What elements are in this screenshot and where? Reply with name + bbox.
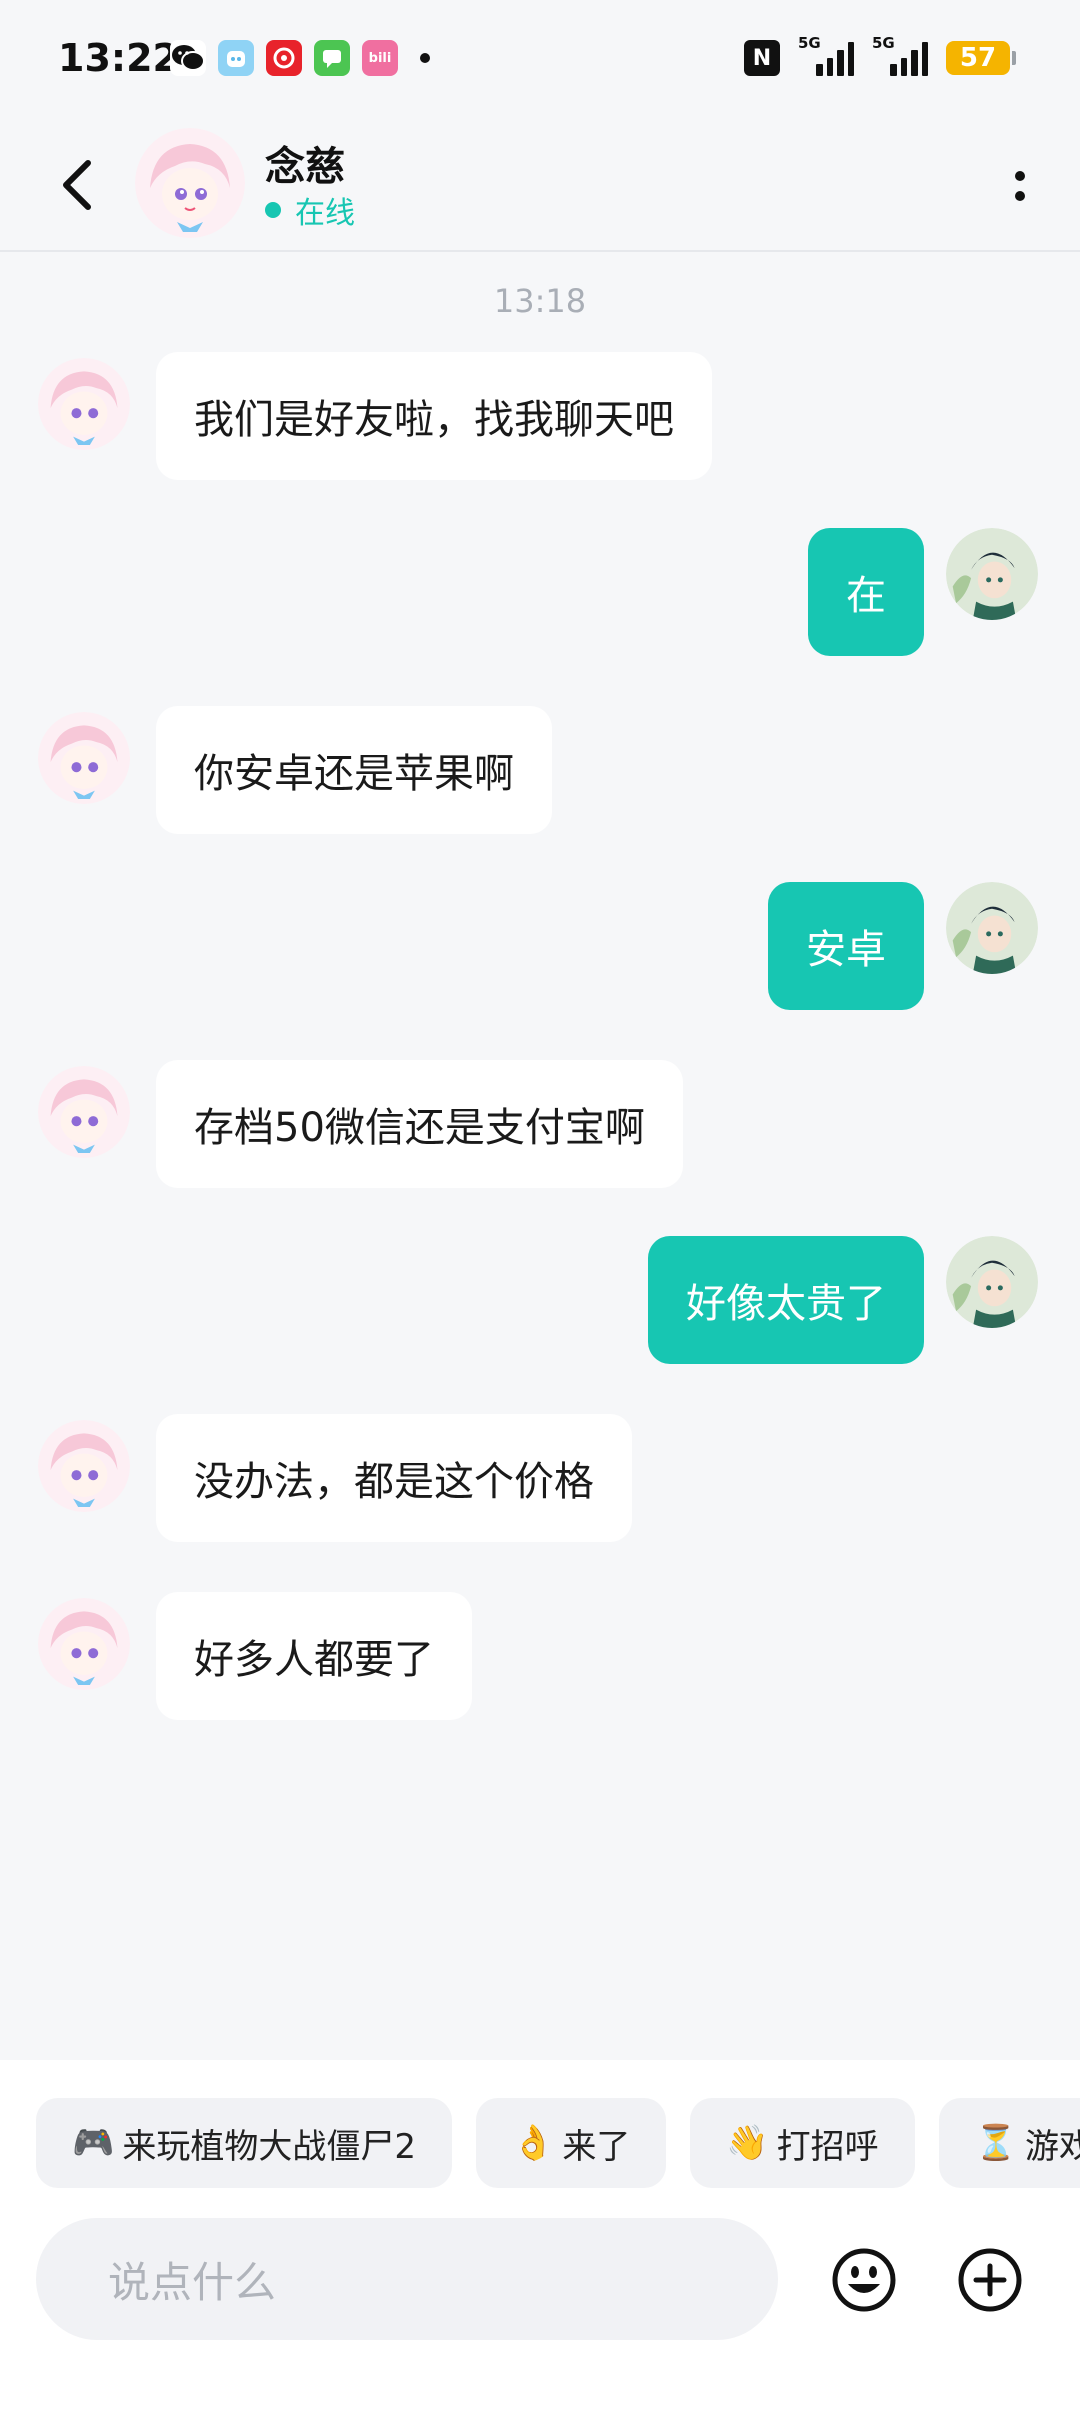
- signal-icon-2: 5G: [872, 34, 928, 76]
- chat-header: 念慈 在线: [0, 120, 1080, 252]
- system-icons: N 5G 5G 57: [744, 34, 1016, 76]
- add-attachment-button[interactable]: [956, 2246, 1024, 2314]
- notification-icons: bili: [170, 40, 430, 76]
- more-options-button[interactable]: [990, 156, 1050, 216]
- quick-reply-label: 打招呼: [776, 2126, 879, 2167]
- contact-avatar-small[interactable]: [38, 358, 130, 450]
- contact-name: 念慈: [265, 144, 345, 190]
- message-bubble-outgoing[interactable]: 好像太贵了: [648, 1236, 924, 1364]
- my-avatar[interactable]: [946, 1236, 1038, 1328]
- chevron-left-icon: [63, 160, 91, 210]
- message-bubble-outgoing[interactable]: 在: [808, 528, 924, 656]
- message-bubble-incoming[interactable]: 存档50微信还是支付宝啊: [156, 1060, 683, 1188]
- wechat-icon: [170, 40, 206, 76]
- battery-icon: 57: [946, 41, 1016, 75]
- app-red-icon: [266, 40, 302, 76]
- message-input[interactable]: 说点什么: [36, 2218, 778, 2340]
- status-bar: 13:22 bili N 5G 5G 57: [0, 0, 1080, 120]
- status-time: 13:22: [58, 36, 179, 80]
- message-bubble-incoming[interactable]: 好多人都要了: [156, 1592, 472, 1720]
- back-button[interactable]: [48, 150, 108, 220]
- composer-panel: 🎮 来玩植物大战僵尸2 👌 来了 👋 打招呼 ⏳ 游戏 说点什么: [0, 2060, 1080, 2412]
- chat-area[interactable]: 13:18 我们是好友啦，找我聊天吧 在 你安卓还是苹果啊 安卓 存档50微信还…: [0, 252, 1080, 2052]
- contact-avatar-small[interactable]: [38, 712, 130, 804]
- more-dot-icon: [1015, 171, 1025, 181]
- hourglass-icon: ⏳: [974, 2123, 1018, 2163]
- wave-icon: 👋: [726, 2123, 769, 2163]
- message-bubble-incoming[interactable]: 没办法，都是这个价格: [156, 1414, 632, 1542]
- emoji-button[interactable]: [830, 2246, 898, 2314]
- online-status: 在线: [265, 188, 355, 232]
- quick-reply-label: 游戏: [1025, 2126, 1080, 2167]
- app-blue-icon: [218, 40, 254, 76]
- plus-circle-icon: [958, 2248, 1022, 2312]
- contact-avatar-small[interactable]: [38, 1420, 130, 1512]
- message-timestamp: 13:18: [493, 282, 587, 320]
- gamepad-icon: 🎮: [72, 2123, 115, 2163]
- quick-reply-chip[interactable]: 👌 来了: [475, 2098, 667, 2188]
- signal-icon: 5G: [798, 34, 854, 76]
- quick-reply-label: 来了: [562, 2126, 631, 2167]
- more-dot-icon: [1015, 191, 1025, 201]
- quick-reply-chip[interactable]: 👋 打招呼: [690, 2098, 915, 2188]
- messages-icon: [314, 40, 350, 76]
- message-bubble-incoming[interactable]: 我们是好友啦，找我聊天吧: [156, 352, 712, 480]
- quick-reply-chip[interactable]: ⏳ 游戏: [938, 2098, 1080, 2188]
- quick-reply-label: 来玩植物大战僵尸2: [122, 2126, 416, 2167]
- nfc-icon: N: [744, 40, 780, 76]
- ok-hand-icon: 👌: [511, 2123, 555, 2163]
- quick-reply-bar[interactable]: 🎮 来玩植物大战僵尸2 👌 来了 👋 打招呼 ⏳ 游戏: [36, 2098, 1080, 2188]
- message-bubble-outgoing[interactable]: 安卓: [768, 882, 924, 1010]
- message-bubble-incoming[interactable]: 你安卓还是苹果啊: [156, 706, 552, 834]
- contact-avatar[interactable]: [135, 128, 245, 238]
- contact-avatar-small[interactable]: [38, 1066, 130, 1158]
- bilibili-icon: bili: [362, 40, 398, 76]
- quick-reply-chip[interactable]: 🎮 来玩植物大战僵尸2: [36, 2098, 452, 2188]
- more-notifications-dot: [420, 53, 430, 63]
- online-status-label: 在线: [295, 196, 355, 231]
- smiley-icon: [832, 2248, 896, 2312]
- my-avatar[interactable]: [946, 882, 1038, 974]
- contact-avatar-small[interactable]: [38, 1598, 130, 1690]
- my-avatar[interactable]: [946, 528, 1038, 620]
- online-dot-icon: [265, 202, 281, 218]
